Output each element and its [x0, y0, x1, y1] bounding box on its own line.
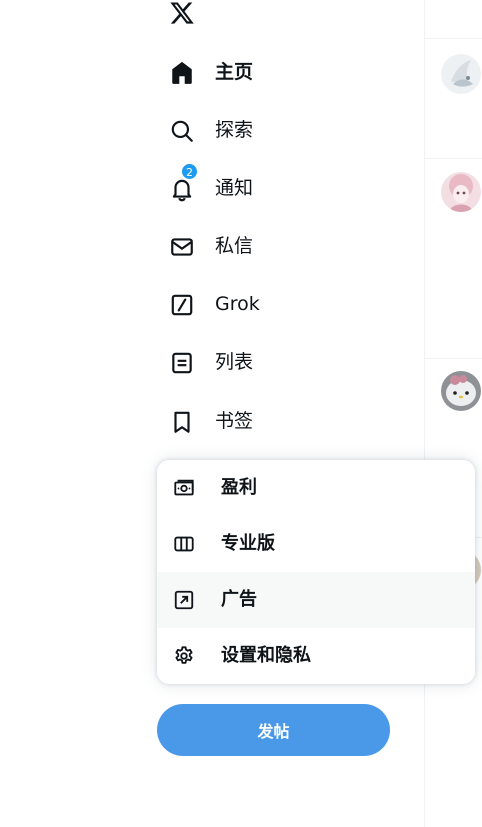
nav-label-notifications: 通知 — [215, 177, 254, 199]
nav-item-notifications[interactable]: 2 通知 — [157, 163, 417, 212]
nav-label-explore: 探索 — [215, 119, 254, 141]
menu-label-monetization: 盈利 — [221, 477, 257, 498]
menu-item-monetization[interactable]: 盈利 — [157, 460, 475, 516]
nav-label-messages: 私信 — [215, 235, 254, 257]
menu-label-ads: 广告 — [221, 589, 257, 610]
column-divider — [424, 0, 425, 827]
gear-icon — [175, 646, 193, 664]
nav-item-bookmarks[interactable]: 书签 — [157, 397, 417, 445]
external-arrow-icon — [174, 590, 194, 610]
menu-item-settings[interactable]: 设置和隐私 — [157, 628, 475, 684]
timeline-divider — [425, 158, 482, 159]
nav-item-lists[interactable]: 列表 — [157, 338, 417, 386]
list-icon — [172, 352, 192, 374]
nav-item-home[interactable]: 主页 — [157, 48, 417, 96]
post-button[interactable]: 发帖 — [157, 704, 390, 756]
columns-icon — [174, 536, 194, 552]
grok-icon — [171, 294, 193, 316]
mail-icon — [171, 238, 193, 256]
avatar[interactable] — [441, 371, 481, 411]
timeline-divider — [425, 358, 482, 359]
menu-label-settings: 设置和隐私 — [221, 645, 311, 666]
nav-label-bookmarks: 书签 — [215, 410, 254, 432]
nav-label-lists: 列表 — [215, 351, 254, 373]
bookmark-icon — [174, 411, 190, 433]
notification-count-badge: 2 — [181, 163, 198, 180]
nav-label-home: 主页 — [215, 61, 254, 83]
avatar[interactable] — [441, 54, 481, 94]
nav-item-messages[interactable]: 私信 — [157, 222, 417, 270]
x-logo-icon[interactable] — [168, 0, 196, 26]
nav-label-grok: Grok — [215, 293, 260, 315]
money-icon — [174, 479, 194, 496]
home-icon — [172, 61, 192, 84]
menu-label-pro: 专业版 — [221, 533, 275, 554]
more-menu: 盈利 专业版 广告 设置和隐私 — [157, 460, 475, 684]
nav-item-grok[interactable]: Grok — [157, 280, 417, 328]
menu-item-ads[interactable]: 广告 — [157, 572, 475, 628]
timeline-divider — [425, 38, 482, 39]
avatar[interactable] — [441, 172, 481, 212]
search-icon — [171, 120, 193, 142]
nav-item-explore[interactable]: 探索 — [157, 106, 417, 154]
menu-item-pro[interactable]: 专业版 — [157, 516, 475, 572]
